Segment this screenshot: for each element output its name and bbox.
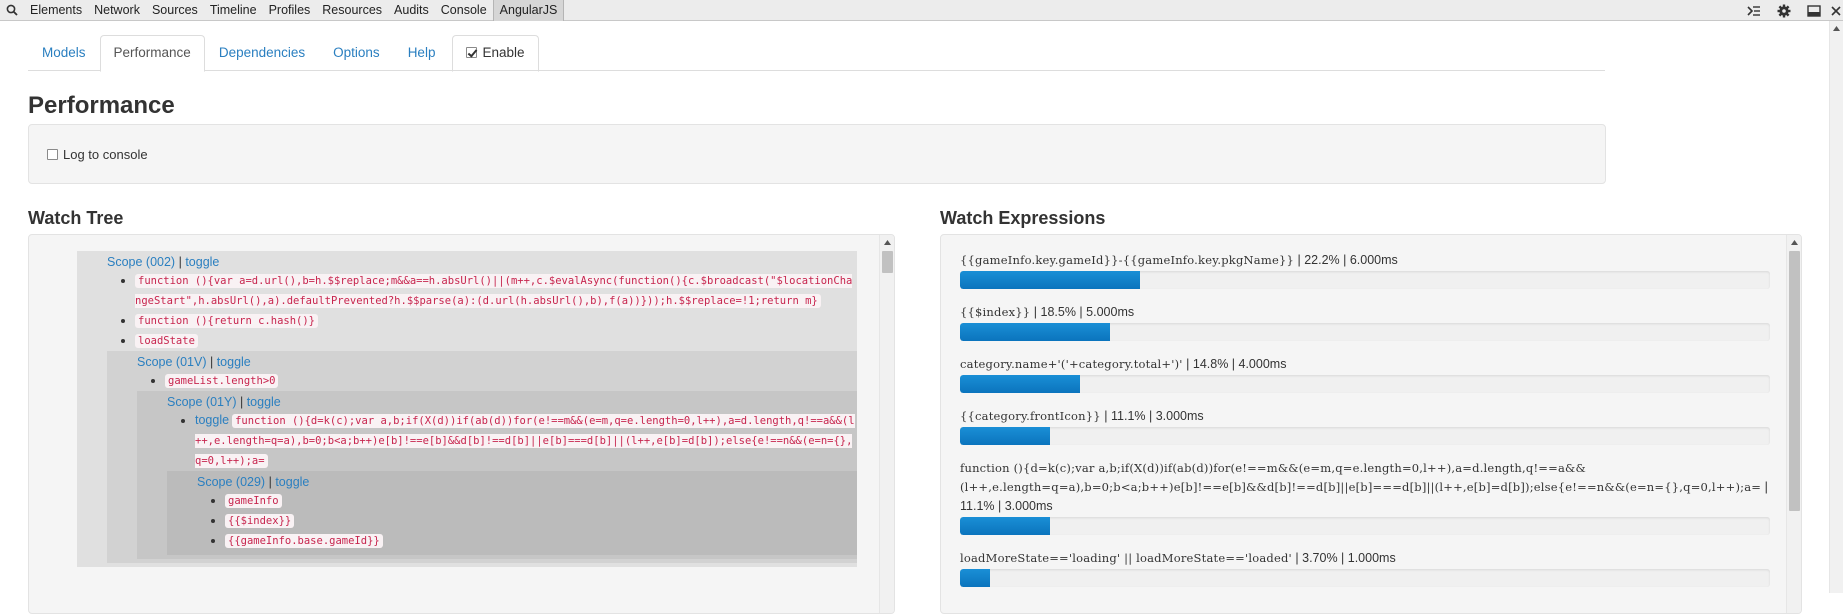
watcher-toggle[interactable]: toggle bbox=[195, 413, 229, 427]
watcher-item: gameInfo bbox=[225, 491, 857, 511]
watcher-item: gameList.length>0 bbox=[165, 371, 857, 391]
watch-expression-item: {{category.frontIcon}} | 11.1% | 3.000ms bbox=[960, 407, 1770, 445]
watcher-item: {{gameInfo.base.gameId}} bbox=[225, 531, 857, 551]
tab-options[interactable]: Options bbox=[319, 35, 394, 71]
watch-expression-item: loadMoreState=='loading' || loadMoreStat… bbox=[960, 549, 1770, 587]
watcher-item: {{$index}} bbox=[225, 511, 857, 531]
expression: {{category.frontIcon}} bbox=[960, 409, 1101, 423]
page-title: Performance bbox=[28, 92, 175, 119]
scroll-up-icon[interactable] bbox=[880, 235, 894, 249]
progress-bar bbox=[960, 323, 1770, 341]
watch-expressions-scrollbar[interactable] bbox=[1786, 235, 1801, 613]
watcher-item: function (){return c.hash()} bbox=[135, 311, 857, 331]
angularjs-nav-tabs: Models Performance Dependencies Options … bbox=[28, 35, 1605, 72]
watcher-item: function (){var a=d.url(),b=h.$$replace;… bbox=[135, 271, 857, 311]
progress-bar bbox=[960, 517, 1770, 535]
scope-name[interactable]: Scope (029) bbox=[197, 475, 265, 489]
enable-label: Enable bbox=[482, 45, 525, 60]
scope-node: Scope (01V) | toggle gameList.length>0 S… bbox=[107, 351, 857, 563]
expression: {{gameInfo.key.gameId}}-{{gameInfo.key.p… bbox=[960, 253, 1294, 267]
scope-name[interactable]: Scope (002) bbox=[107, 255, 175, 269]
watch-tree-panel[interactable]: Scope (002) | toggle function (){var a=d… bbox=[28, 234, 895, 614]
progress-bar-fill bbox=[960, 323, 1110, 341]
expression: category.name+'('+category.total+')' bbox=[960, 357, 1183, 371]
scroll-thumb[interactable] bbox=[882, 251, 893, 273]
progress-bar bbox=[960, 427, 1770, 445]
watch-expression-item: function (){d=k(c);var a,b;if(X(d))if(ab… bbox=[960, 459, 1770, 535]
gear-icon[interactable] bbox=[1769, 0, 1799, 21]
watch-tree-scrollbar[interactable] bbox=[879, 235, 894, 613]
progress-bar-fill bbox=[960, 517, 1050, 535]
watcher-item: loadState bbox=[135, 331, 857, 351]
devtools-tab-sources[interactable]: Sources bbox=[146, 0, 204, 21]
scope-toggle[interactable]: toggle bbox=[217, 355, 251, 369]
expression-stats: | 14.8% | 4.000ms bbox=[1182, 357, 1287, 371]
tab-help[interactable]: Help bbox=[394, 35, 450, 71]
log-to-console-label: Log to console bbox=[63, 146, 148, 162]
expression: {{$index}} bbox=[960, 305, 1031, 319]
watcher-item: togglefunction (){d=k(c);var a,b;if(X(d)… bbox=[195, 411, 857, 471]
watch-expression-text: category.name+'('+category.total+')' | 1… bbox=[960, 355, 1770, 374]
scope-toggle[interactable]: toggle bbox=[185, 255, 219, 269]
progress-bar bbox=[960, 271, 1770, 289]
log-options-panel: Log to console bbox=[28, 124, 1606, 184]
scope-toggle[interactable]: toggle bbox=[275, 475, 309, 489]
expression: function (){d=k(c);var a,b;if(X(d))if(ab… bbox=[960, 461, 1762, 494]
tab-dependencies[interactable]: Dependencies bbox=[205, 35, 319, 71]
devtools-tab-angularjs[interactable]: AngularJS bbox=[492, 0, 565, 21]
tab-models[interactable]: Models bbox=[28, 35, 100, 71]
progress-bar-fill bbox=[960, 569, 990, 587]
scroll-thumb[interactable] bbox=[1789, 251, 1800, 511]
scroll-up-icon[interactable] bbox=[1830, 21, 1843, 35]
close-icon[interactable] bbox=[1829, 0, 1843, 21]
dock-icon[interactable] bbox=[1799, 0, 1829, 21]
expression: loadMoreState=='loading' || loadMoreStat… bbox=[960, 551, 1292, 565]
watch-expression-text: {{category.frontIcon}} | 11.1% | 3.000ms bbox=[960, 407, 1770, 426]
watch-expressions-list: {{gameInfo.key.gameId}}-{{gameInfo.key.p… bbox=[960, 251, 1770, 601]
expression-stats: | 11.1% | 3.000ms bbox=[1100, 409, 1204, 423]
devtools-tab-resources[interactable]: Resources bbox=[316, 0, 388, 21]
watch-expression-text: {{gameInfo.key.gameId}}-{{gameInfo.key.p… bbox=[960, 251, 1770, 270]
scope-toggle[interactable]: toggle bbox=[247, 395, 281, 409]
watch-tree-title: Watch Tree bbox=[28, 208, 124, 228]
enable-checkbox[interactable] bbox=[466, 47, 478, 58]
devtools-tab-timeline[interactable]: Timeline bbox=[204, 0, 263, 21]
devtools-tab-elements[interactable]: Elements bbox=[24, 0, 88, 21]
watch-expression-item: {{gameInfo.key.gameId}}-{{gameInfo.key.p… bbox=[960, 251, 1770, 289]
tab-performance[interactable]: Performance bbox=[99, 35, 205, 72]
console-drawer-icon[interactable] bbox=[1739, 0, 1769, 21]
scroll-up-icon[interactable] bbox=[1787, 235, 1801, 249]
expression-stats: | 22.2% | 6.000ms bbox=[1294, 253, 1398, 267]
progress-bar-fill bbox=[960, 427, 1050, 445]
devtools-tab-network[interactable]: Network bbox=[88, 0, 146, 21]
watch-expression-item: category.name+'('+category.total+')' | 1… bbox=[960, 355, 1770, 393]
watch-expression-item: {{$index}} | 18.5% | 5.000ms bbox=[960, 303, 1770, 341]
devtools-tab-console[interactable]: Console bbox=[435, 0, 493, 21]
devtools-tab-audits[interactable]: Audits bbox=[388, 0, 435, 21]
watch-expression-text: function (){d=k(c);var a,b;if(X(d))if(ab… bbox=[960, 459, 1770, 516]
scope-node: Scope (002) | toggle function (){var a=d… bbox=[77, 251, 857, 567]
progress-bar-fill bbox=[960, 375, 1080, 393]
scope-name[interactable]: Scope (01V) bbox=[137, 355, 206, 369]
scope-node: Scope (029) | toggle gameInfo {{$index}}… bbox=[167, 471, 857, 555]
devtools-tab-profiles[interactable]: Profiles bbox=[263, 0, 317, 21]
scope-name[interactable]: Scope (01Y) bbox=[167, 395, 236, 409]
scope-node: Scope (01Y) | toggle togglefunction (){d… bbox=[137, 391, 857, 559]
search-icon[interactable] bbox=[0, 0, 24, 21]
log-to-console-checkbox[interactable] bbox=[47, 148, 58, 160]
enable-toggle[interactable]: Enable bbox=[452, 35, 539, 72]
watch-expressions-title: Watch Expressions bbox=[940, 208, 1106, 228]
expression-stats: | 3.70% | 1.000ms bbox=[1291, 551, 1396, 565]
progress-bar bbox=[960, 569, 1770, 587]
page-scrollbar[interactable] bbox=[1829, 21, 1843, 593]
watch-expression-text: loadMoreState=='loading' || loadMoreStat… bbox=[960, 549, 1770, 568]
watch-expressions-panel[interactable]: {{gameInfo.key.gameId}}-{{gameInfo.key.p… bbox=[940, 234, 1802, 614]
progress-bar bbox=[960, 375, 1770, 393]
expression-stats: | 18.5% | 5.000ms bbox=[1030, 305, 1135, 319]
devtools-toolbar: Elements Network Sources Timeline Profil… bbox=[0, 0, 1843, 21]
watch-expression-text: {{$index}} | 18.5% | 5.000ms bbox=[960, 303, 1770, 322]
progress-bar-fill bbox=[960, 271, 1140, 289]
